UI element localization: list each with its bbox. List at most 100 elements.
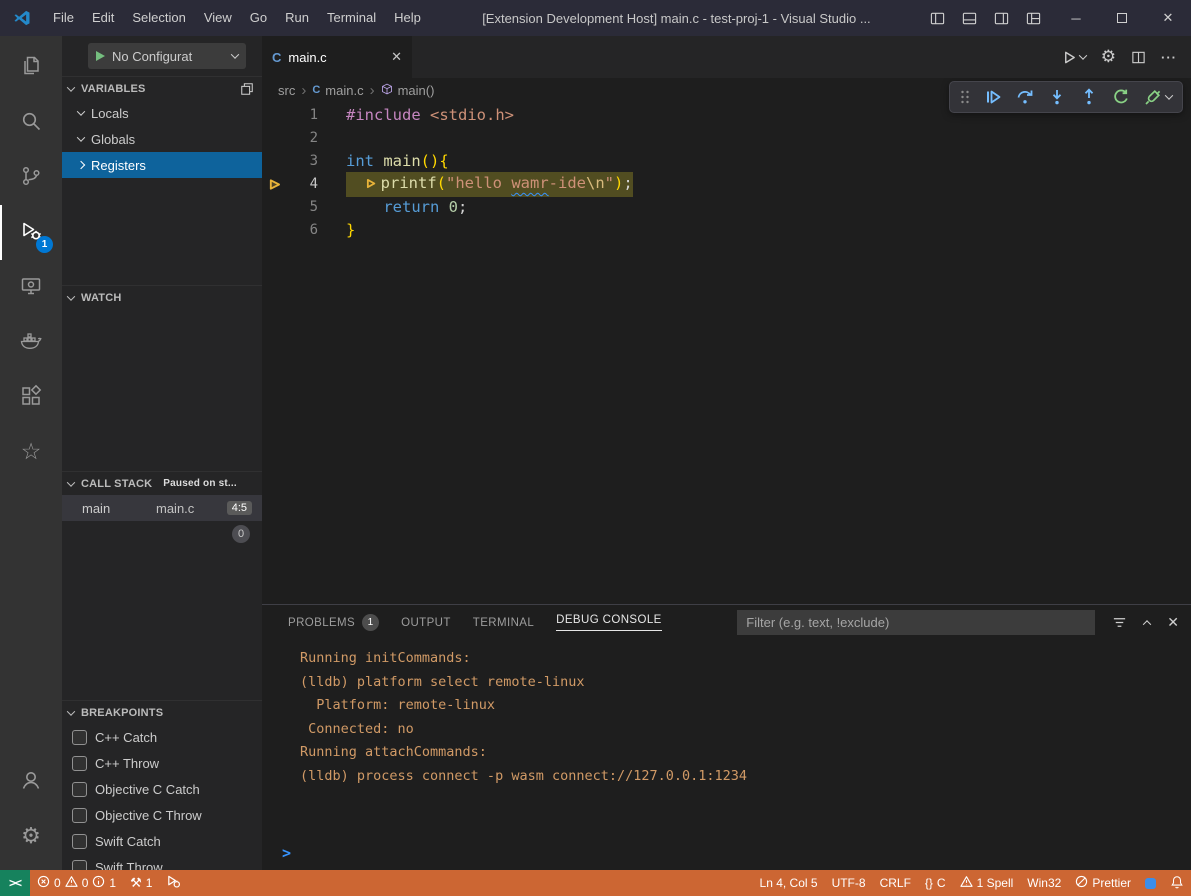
breakpoint-item[interactable]: C++ Throw	[62, 750, 262, 776]
activity-item-extensions[interactable]	[0, 370, 62, 425]
debug-config-dropdown[interactable]: No Configurat	[88, 43, 246, 69]
menu-item-run[interactable]: Run	[276, 0, 318, 36]
code-text: int main(){	[346, 150, 449, 173]
breakpoint-checkbox[interactable]	[72, 808, 87, 823]
collapse-all-icon[interactable]	[240, 82, 254, 96]
breadcrumb-symbol[interactable]: main()	[381, 83, 435, 98]
variables-item-locals[interactable]: Locals	[62, 100, 262, 126]
code-editor[interactable]: src › C main.c › main() 1#include <stdio…	[262, 78, 1191, 604]
activity-item-accounts[interactable]	[0, 754, 62, 809]
close-button[interactable]: ✕	[1145, 0, 1191, 36]
breakpoint-checkbox[interactable]	[72, 782, 87, 797]
breakpoint-checkbox[interactable]	[72, 860, 87, 871]
restart-icon[interactable]	[1112, 88, 1130, 106]
customize-layout-icon[interactable]	[1019, 0, 1047, 36]
split-editor-icon[interactable]	[1131, 50, 1146, 65]
panel-tab-debug-console[interactable]: DEBUG CONSOLE	[556, 605, 662, 640]
menu-item-view[interactable]: View	[195, 0, 241, 36]
breakpoint-item[interactable]: Objective C Catch	[62, 776, 262, 802]
code-area[interactable]: 1#include <stdio.h>23int main(){4 printf…	[262, 104, 1191, 242]
code-line[interactable]: 5 return 0;	[262, 196, 1191, 219]
breakpoint-checkbox[interactable]	[72, 756, 87, 771]
activity-item-source-control[interactable]	[0, 150, 62, 205]
maximize-button[interactable]	[1099, 0, 1145, 36]
breadcrumb-src[interactable]: src	[278, 83, 295, 98]
breakpoint-item[interactable]: C++ Catch	[62, 724, 262, 750]
menu-item-go[interactable]: Go	[241, 0, 276, 36]
chevron-down-icon	[1079, 51, 1087, 59]
debug-console-output[interactable]: Running initCommands:(lldb) platform sel…	[262, 640, 1191, 788]
activity-item-wamr-ide-star[interactable]: ☆	[0, 425, 62, 480]
activity-item-explorer[interactable]	[0, 40, 62, 95]
variables-section-header[interactable]: VARIABLES	[62, 76, 262, 100]
call-stack-list: mainmain.c4:5	[62, 495, 262, 521]
console-prompt[interactable]: >	[282, 844, 291, 862]
activity-item-settings[interactable]: ⚙	[0, 809, 62, 864]
tools-status[interactable]: ⚒ 1	[123, 870, 159, 896]
cursor-position[interactable]: Ln 4, Col 5	[753, 870, 825, 896]
breakpoints-section-header[interactable]: BREAKPOINTS	[62, 700, 262, 724]
language-mode[interactable]: {} C	[918, 870, 953, 896]
menu-item-file[interactable]: File	[44, 0, 83, 36]
menu-item-help[interactable]: Help	[385, 0, 430, 36]
minimize-button[interactable]: ─	[1053, 0, 1099, 36]
code-line[interactable]: 2	[262, 127, 1191, 150]
menu-item-edit[interactable]: Edit	[83, 0, 123, 36]
panel-tab-output[interactable]: OUTPUT	[401, 605, 451, 640]
problems-status[interactable]: 0 0 1	[30, 870, 123, 896]
breadcrumb-file[interactable]: C main.c	[312, 83, 363, 98]
code-text: }	[346, 219, 355, 242]
call-stack-section-header[interactable]: CALL STACK Paused on st...	[62, 471, 262, 495]
panel-tab-badge: 1	[362, 614, 379, 631]
code-line[interactable]: 4 printf("hello wamr-ide\n");	[262, 173, 1191, 196]
continue-icon[interactable]	[984, 88, 1002, 106]
more-actions-icon[interactable]: ···	[1161, 50, 1177, 65]
toggle-panel-icon[interactable]	[955, 0, 983, 36]
debug-status[interactable]	[159, 870, 188, 896]
variables-item-globals[interactable]: Globals	[62, 126, 262, 152]
encoding-status[interactable]: UTF-8	[825, 870, 873, 896]
gear-icon[interactable]: ⚙	[1101, 47, 1116, 67]
breakpoint-checkbox[interactable]	[72, 834, 87, 849]
step-out-icon[interactable]	[1080, 88, 1098, 106]
code-line[interactable]: 3int main(){	[262, 150, 1191, 173]
code-line[interactable]: 6}	[262, 219, 1191, 242]
toolbar-grip-icon[interactable]	[960, 89, 970, 105]
disconnect-icon[interactable]	[1144, 88, 1172, 106]
close-panel-icon[interactable]: ✕	[1167, 614, 1179, 631]
panel-tab-terminal[interactable]: TERMINAL	[473, 605, 534, 640]
chevron-down-icon	[77, 133, 85, 141]
toggle-sidebar-icon[interactable]	[923, 0, 951, 36]
run-file-button[interactable]	[1062, 50, 1086, 65]
step-into-icon[interactable]	[1048, 88, 1066, 106]
breakpoint-item[interactable]: Swift Throw	[62, 854, 262, 870]
eol-status[interactable]: CRLF	[873, 870, 918, 896]
notifications-status[interactable]	[1163, 870, 1191, 896]
panel-tab-problems[interactable]: PROBLEMS1	[288, 605, 379, 640]
platform-status[interactable]: Win32	[1020, 870, 1068, 896]
extension-status[interactable]	[1138, 870, 1163, 896]
activity-item-search[interactable]	[0, 95, 62, 150]
remote-indicator[interactable]: ><	[0, 870, 30, 896]
watch-section-header[interactable]: WATCH	[62, 285, 262, 309]
breakpoint-item[interactable]: Swift Catch	[62, 828, 262, 854]
menu-item-terminal[interactable]: Terminal	[318, 0, 385, 36]
activity-item-docker[interactable]	[0, 315, 62, 370]
close-tab-icon[interactable]: ✕	[391, 49, 402, 65]
activity-item-run-and-debug[interactable]: 1	[0, 205, 62, 260]
start-debugging-icon[interactable]	[96, 51, 105, 61]
step-over-icon[interactable]	[1016, 88, 1034, 106]
spell-checker-status[interactable]: 1 Spell	[953, 870, 1021, 896]
activity-item-remote-explorer[interactable]	[0, 260, 62, 315]
console-filter-input[interactable]	[737, 610, 1095, 635]
breakpoint-checkbox[interactable]	[72, 730, 87, 745]
call-stack-frame[interactable]: mainmain.c4:5	[62, 495, 262, 521]
menu-item-selection[interactable]: Selection	[123, 0, 194, 36]
toggle-secondary-sidebar-icon[interactable]	[987, 0, 1015, 36]
formatter-status[interactable]: Prettier	[1068, 870, 1138, 896]
tab-main-c[interactable]: C main.c ✕	[262, 36, 412, 78]
maximize-panel-icon[interactable]	[1144, 620, 1150, 626]
variables-item-registers[interactable]: Registers	[62, 152, 262, 178]
breakpoint-item[interactable]: Objective C Throw	[62, 802, 262, 828]
filter-lines-icon[interactable]	[1112, 615, 1127, 630]
